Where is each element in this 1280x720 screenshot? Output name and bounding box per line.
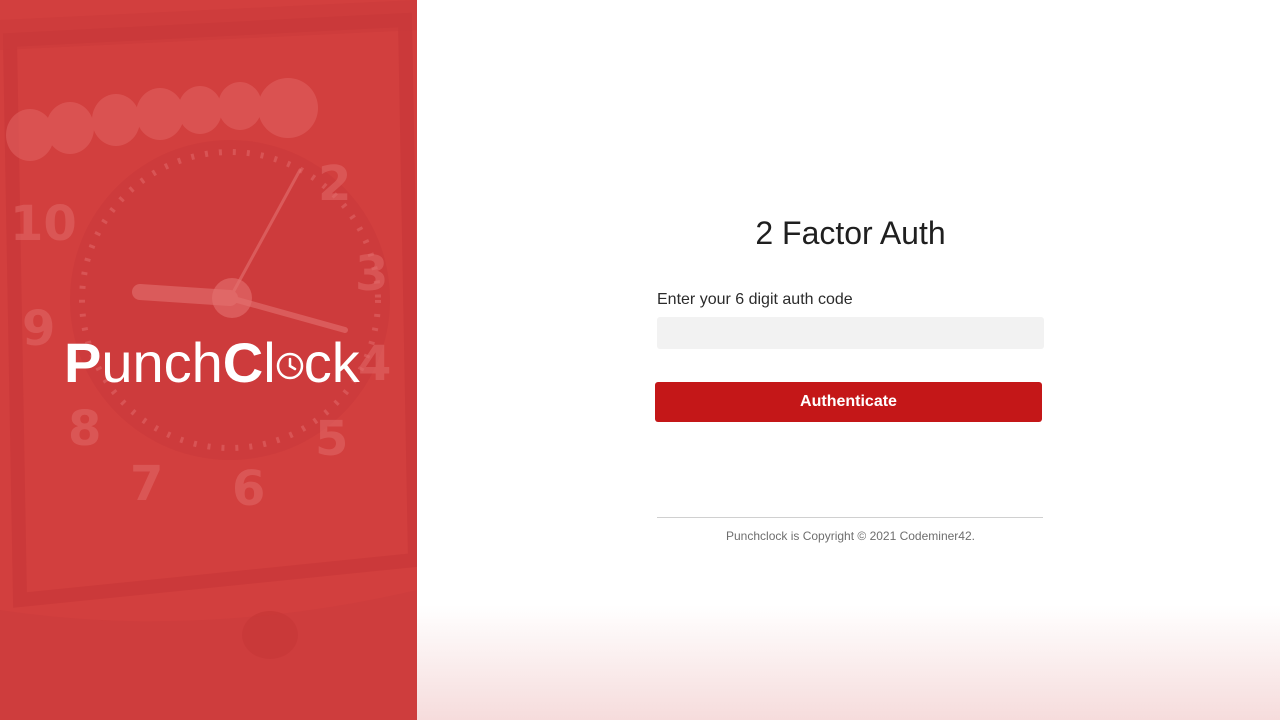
- logo-text-unch: unch: [101, 331, 223, 394]
- brand-panel: 10 9 8 7 6 5 4 3 2 P unch C l ck: [0, 0, 417, 720]
- clock-icon: [276, 338, 304, 382]
- svg-text:7: 7: [130, 456, 163, 512]
- page-title: 2 Factor Auth: [755, 215, 946, 251]
- logo-letter-p: P: [64, 331, 102, 394]
- logo-letter-c: C: [222, 331, 264, 394]
- copyright-text: Punchclock is Copyright © 2021 Codeminer…: [726, 529, 975, 543]
- punchclock-logo: P unch C l ck: [64, 328, 364, 398]
- logo-letter-l: l: [263, 331, 276, 394]
- auth-form: 2 Factor Auth Enter your 6 digit auth co…: [655, 210, 1044, 544]
- login-page: 10 9 8 7 6 5 4 3 2 P unch C l ck 2 Facto…: [0, 0, 1280, 720]
- svg-text:5: 5: [315, 411, 348, 467]
- auth-content: 2 Factor Auth Enter your 6 digit auth co…: [417, 0, 1280, 720]
- svg-text:9: 9: [22, 301, 55, 357]
- authenticate-button[interactable]: Authenticate: [655, 382, 1042, 422]
- svg-text:3: 3: [355, 246, 388, 302]
- svg-text:6: 6: [232, 461, 265, 517]
- svg-text:10: 10: [10, 196, 77, 252]
- footer-divider: [657, 517, 1043, 518]
- svg-text:8: 8: [68, 401, 101, 457]
- auth-code-label: Enter your 6 digit auth code: [657, 291, 853, 308]
- auth-code-input[interactable]: [657, 317, 1044, 349]
- logo-text-ck: ck: [303, 331, 360, 394]
- svg-text:2: 2: [318, 156, 351, 212]
